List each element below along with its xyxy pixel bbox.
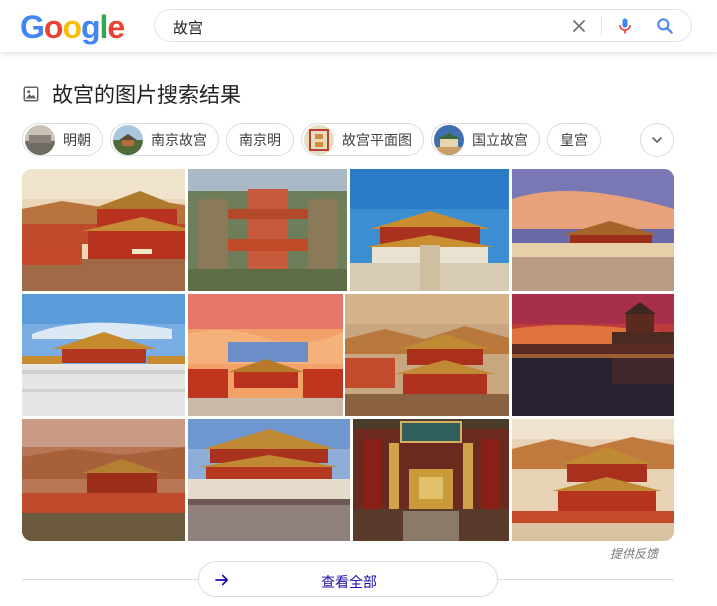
chip-thumbnail (434, 124, 464, 155)
chip-thumbnail (25, 124, 55, 155)
image-result[interactable] (188, 169, 347, 291)
chevron-down-icon (652, 137, 662, 143)
chip-label: 南京故宫 (151, 131, 207, 148)
chip-gugong-pingmiantu[interactable]: 故宫平面图 (301, 123, 424, 156)
search-input[interactable]: 故宫 (173, 17, 203, 38)
chip-label: 故宫平面图 (342, 131, 412, 148)
image-icon (23, 86, 39, 102)
image-result[interactable] (512, 419, 674, 541)
image-result[interactable] (353, 419, 509, 541)
chip-thumbnail (304, 124, 334, 155)
chip-label: 明朝 (63, 131, 91, 148)
divider-left (22, 579, 198, 580)
image-result[interactable] (188, 419, 350, 541)
search-divider (601, 17, 602, 35)
logo-letter: o (62, 9, 82, 45)
google-logo[interactable]: Google (20, 9, 125, 45)
image-results-heading: 故宫的图片搜索结果 (22, 81, 241, 107)
clear-icon[interactable] (569, 16, 589, 36)
image-result[interactable] (350, 169, 509, 291)
image-grid (22, 169, 674, 541)
image-result[interactable] (22, 294, 185, 416)
logo-letter: o (43, 9, 64, 45)
view-all-button[interactable]: 查看全部 (198, 561, 498, 597)
chip-nanjing-gugong[interactable]: 南京故宫 (110, 123, 219, 156)
more-chips-button[interactable] (640, 123, 674, 157)
logo-letter: g (80, 9, 101, 45)
chip-label: 皇宫 (560, 131, 588, 148)
divider-right (498, 579, 674, 580)
feedback-link[interactable]: 提供反馈 (610, 545, 658, 562)
chip-mingchao[interactable]: 明朝 (22, 123, 103, 156)
search-icon[interactable] (655, 16, 675, 36)
microphone-icon[interactable] (615, 16, 635, 36)
related-chips: 明朝 南京故宫 南京明 故宫平面图 国立故宫 皇宫 (22, 123, 601, 158)
section-title: 故宫的图片搜索结果 (52, 84, 241, 107)
logo-letter: l (99, 9, 109, 45)
view-all-label: 查看全部 (321, 574, 377, 590)
search-box[interactable]: 故宫 (154, 9, 692, 42)
image-result[interactable] (512, 294, 674, 416)
image-result[interactable] (22, 419, 185, 541)
chip-guoli-gugong[interactable]: 国立故宫 (431, 123, 540, 156)
chip-label: 国立故宫 (472, 131, 528, 148)
logo-letter: e (107, 9, 125, 45)
chip-thumbnail (113, 124, 143, 155)
image-result[interactable] (512, 169, 674, 291)
chip-nanjing-ming[interactable]: 南京明 (226, 123, 294, 156)
top-bar: Google 故宫 (0, 0, 717, 52)
chip-label: 南京明 (239, 131, 281, 148)
chip-huanggong[interactable]: 皇宫 (547, 123, 601, 156)
image-result[interactable] (345, 294, 509, 416)
image-result[interactable] (188, 294, 343, 416)
logo-letter: G (20, 9, 45, 45)
image-result[interactable] (22, 169, 185, 291)
